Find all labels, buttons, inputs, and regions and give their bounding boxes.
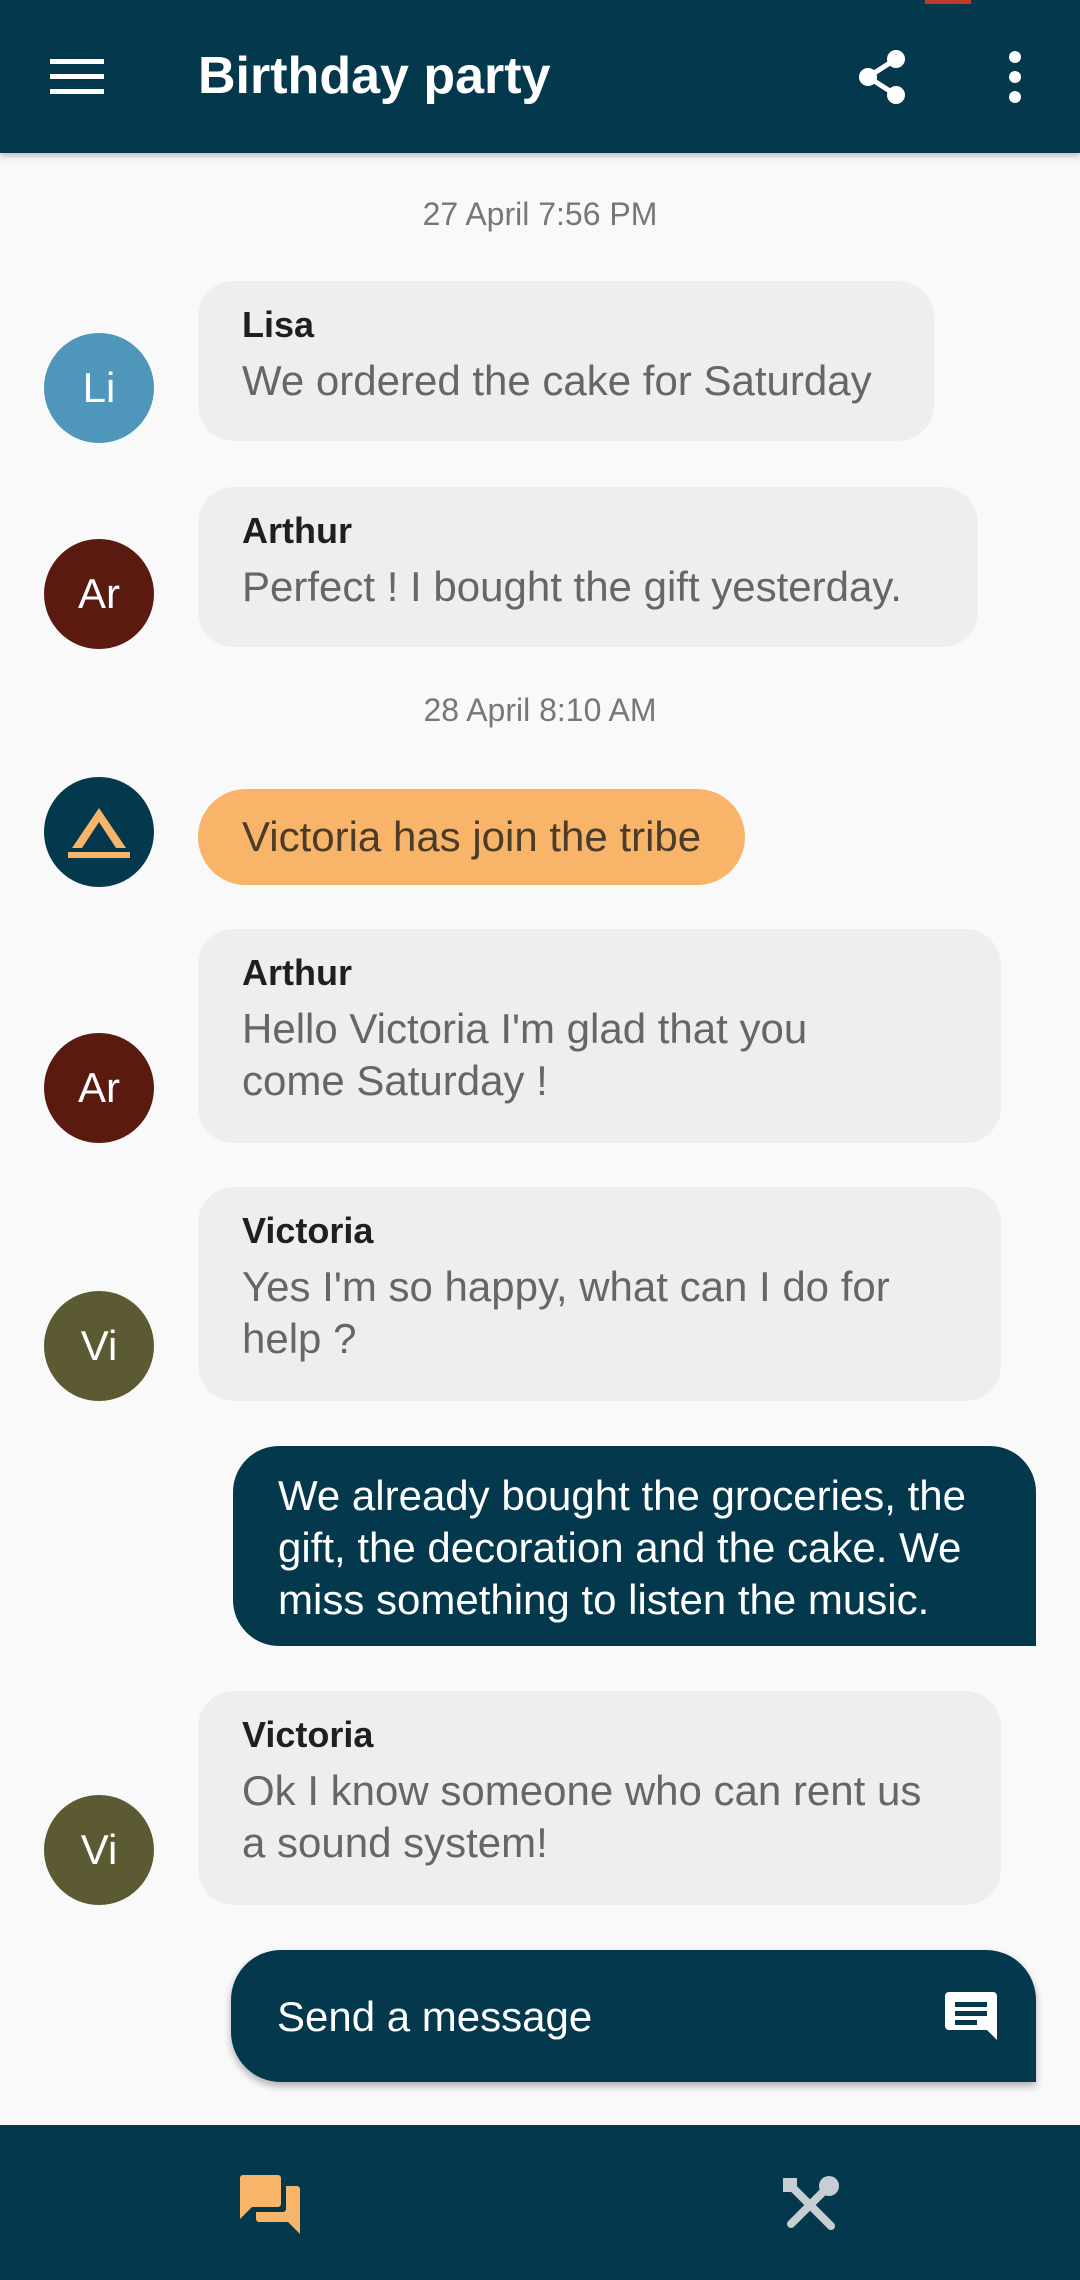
tribe-logo-icon: [68, 808, 130, 858]
avatar[interactable]: Vi: [44, 1795, 154, 1905]
event-message: Victoria has join the tribe: [198, 789, 746, 885]
chat-icon: [240, 2175, 300, 2234]
message-text: Perfect ! I bought the gift yesterday.: [242, 563, 902, 610]
message-text: We ordered the cake for Saturday: [242, 357, 872, 404]
status-indicator: [925, 0, 971, 4]
message-bubble[interactable]: Arthur Hello Victoria I'm glad that you …: [198, 929, 1001, 1143]
more-options-button[interactable]: [975, 40, 1055, 114]
avatar[interactable]: Vi: [44, 1291, 154, 1401]
message-bubble[interactable]: Victoria Ok I know someone who can rent …: [198, 1691, 1001, 1905]
message-text-line: gift, the decoration and the cake. We: [278, 1524, 962, 1571]
message-text-line: help ?: [242, 1315, 357, 1362]
share-icon: [859, 50, 905, 104]
message-text-line: Yes I'm so happy, what can I do for: [242, 1263, 890, 1310]
message-author: Lisa: [242, 304, 315, 345]
hamburger-menu-icon: [50, 59, 104, 94]
tribe-avatar: [44, 777, 154, 887]
more-vertical-icon: [1009, 51, 1021, 103]
message-author: Victoria: [242, 1714, 374, 1755]
message-author: Arthur: [242, 510, 352, 551]
message-text-line: come Saturday !: [242, 1057, 548, 1104]
nav-chat-tab[interactable]: [220, 2155, 320, 2255]
message-text-line: a sound system!: [242, 1819, 548, 1866]
message-bubble[interactable]: Arthur Perfect ! I bought the gift yeste…: [198, 487, 978, 647]
send-message-icon: [945, 1992, 997, 2040]
message-text: Ok I know someone who can rent us a soun…: [242, 1765, 957, 1869]
message-author: Arthur: [242, 952, 352, 993]
message-bubble[interactable]: Victoria Yes I'm so happy, what can I do…: [198, 1187, 1001, 1401]
avatar[interactable]: Ar: [44, 539, 154, 649]
send-button[interactable]: [931, 1976, 1011, 2056]
message-text-line: miss something to listen the music.: [278, 1576, 930, 1623]
share-button[interactable]: [842, 40, 922, 114]
message-timestamp: 28 April 8:10 AM: [423, 692, 657, 728]
avatar[interactable]: Li: [44, 333, 154, 443]
nav-tools-tab[interactable]: [760, 2155, 860, 2255]
message-text-line: Ok I know someone who can rent us: [242, 1767, 922, 1814]
message-author: Victoria: [242, 1210, 374, 1251]
app-bar: Birthday party: [0, 0, 1080, 153]
message-timestamp: 27 April 7:56 PM: [422, 196, 658, 232]
bottom-navigation: [0, 2125, 1080, 2280]
message-text: Hello Victoria I'm glad that you come Sa…: [242, 1003, 957, 1107]
sent-message-bubble[interactable]: We already bought the groceries, the gif…: [233, 1446, 1036, 1646]
page-title: Birthday party: [198, 47, 551, 105]
message-text: Yes I'm so happy, what can I do for help…: [242, 1261, 957, 1365]
avatar[interactable]: Ar: [44, 1033, 154, 1143]
message-text-line: Hello Victoria I'm glad that you: [242, 1005, 808, 1052]
message-text-line: We already bought the groceries, the: [278, 1472, 966, 1519]
tools-icon: [783, 2176, 839, 2230]
message-composer: [231, 1950, 1036, 2082]
menu-button[interactable]: [40, 40, 114, 114]
message-input[interactable]: [275, 1984, 879, 2050]
message-bubble[interactable]: Lisa We ordered the cake for Saturday: [198, 281, 934, 441]
